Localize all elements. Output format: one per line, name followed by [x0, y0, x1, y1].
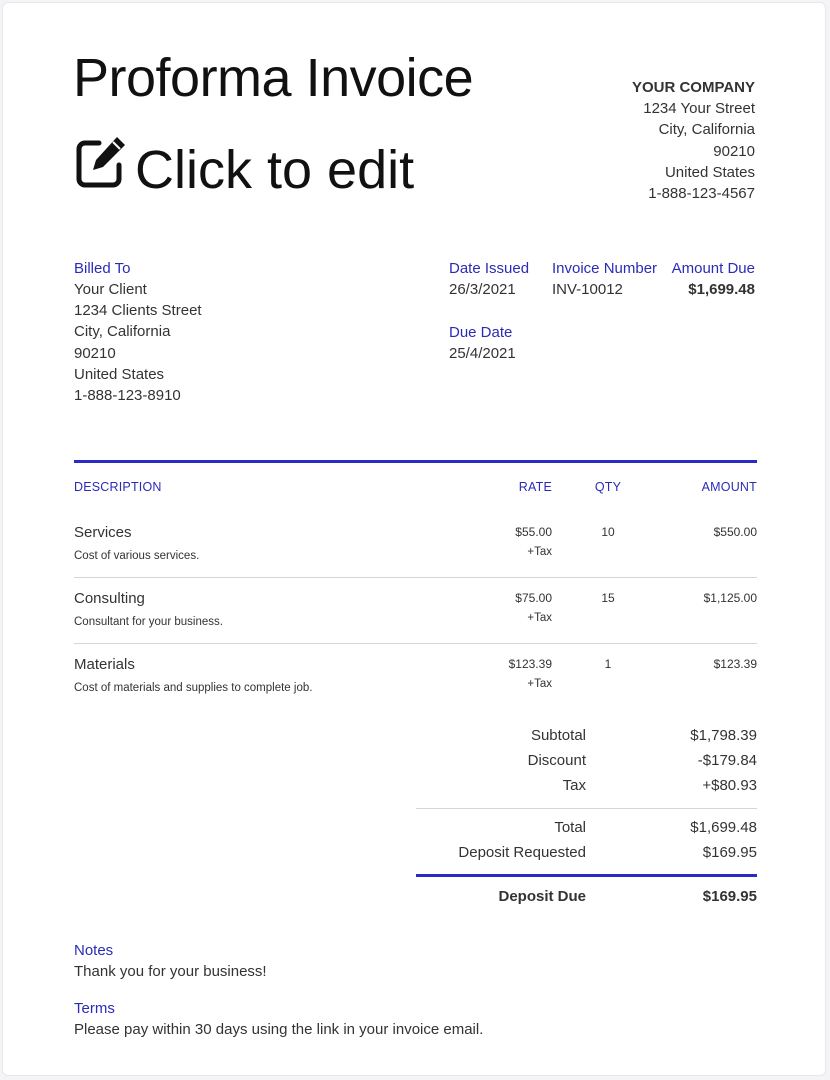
due-date-block: Due Date 25/4/2021 [449, 322, 516, 364]
client-phone: 1-888-123-8910 [74, 387, 181, 405]
date-issued-block: Date Issued 26/3/2021 [449, 258, 529, 300]
company-zip: 90210 [713, 142, 755, 160]
row-divider [74, 577, 757, 578]
item-qty: 1 [604, 657, 612, 671]
table-top-rule [74, 460, 757, 463]
item-desc: Consultant for your business. [74, 616, 223, 628]
tax-value: +$80.93 [702, 777, 757, 794]
billed-to: Billed To Your Client 1234 Clients Stree… [74, 258, 202, 406]
company-info: YOUR COMPANY 1234 Your Street City, Cali… [632, 77, 755, 204]
company-street: 1234 Your Street [643, 100, 755, 118]
item-name: Consulting [74, 590, 145, 607]
company-city: City, California [658, 121, 755, 139]
terms-label: Terms [74, 1000, 115, 1017]
edit-label: Click to edit [135, 139, 415, 200]
company-name: YOUR COMPANY [631, 79, 755, 96]
amount-due-value: $1,699.48 [688, 281, 755, 298]
item-tax: +Tax [527, 678, 552, 690]
item-qty: 15 [601, 591, 615, 605]
date-issued-label: Date Issued [449, 260, 530, 277]
invoice-number-block: Invoice Number INV-10012 [552, 258, 657, 300]
deposit-due-label: Deposit Due [498, 888, 586, 905]
client-name: Your Client [74, 281, 147, 298]
page-title: Proforma Invoice [73, 48, 474, 108]
client-street: 1234 Clients Street [74, 302, 202, 320]
item-rate: $75.00 [515, 591, 552, 605]
item-name: Materials [74, 656, 135, 673]
due-date-value: 25/4/2021 [449, 345, 516, 362]
item-desc: Cost of materials and supplies to comple… [74, 682, 313, 694]
discount-label: Discount [527, 752, 586, 769]
summary-divider [416, 808, 757, 809]
th-description: DESCRIPTION [74, 480, 162, 494]
notes-block: Notes Thank you for your business! [74, 940, 267, 982]
amount-due-block: Amount Due $1,699.48 [672, 258, 755, 300]
subtotal-label: Subtotal [530, 727, 586, 744]
total-value: $1,699.48 [690, 819, 757, 836]
billed-to-label: Billed To [74, 260, 131, 277]
deposit-due-value: $169.95 [702, 888, 757, 905]
item-amount: $123.39 [713, 657, 757, 671]
company-phone: 1-888-123-4567 [648, 185, 755, 203]
client-country: United States [74, 365, 165, 383]
item-rate: $123.39 [508, 657, 552, 671]
item-desc: Cost of various services. [74, 550, 200, 562]
item-qty: 10 [601, 525, 615, 539]
th-qty: QTY [594, 480, 622, 494]
deposit-requested-value: $169.95 [702, 844, 757, 861]
item-tax: +Tax [527, 546, 552, 558]
deposit-requested-label: Deposit Requested [458, 844, 586, 861]
subtotal-value: $1,798.39 [690, 727, 757, 744]
discount-value: -$179.84 [697, 752, 757, 769]
terms-text: Please pay within 30 days using the link… [74, 1021, 484, 1038]
notes-label: Notes [74, 942, 114, 959]
client-zip: 90210 [74, 344, 116, 362]
invoice-page: Proforma Invoice Click to edit YOUR COMP… [2, 2, 826, 1076]
th-amount: AMOUNT [701, 480, 757, 494]
client-city: City, California [74, 323, 171, 341]
th-rate: RATE [518, 480, 552, 494]
deposit-rule [416, 874, 757, 877]
item-tax: +Tax [527, 612, 552, 624]
amount-due-label: Amount Due [671, 260, 755, 277]
due-date-label: Due Date [449, 324, 513, 341]
item-name: Services [74, 524, 132, 541]
tax-label: Tax [562, 777, 586, 794]
company-country: United States [664, 163, 755, 181]
edit-icon [73, 135, 135, 204]
date-issued-value: 26/3/2021 [449, 281, 516, 298]
edit-button[interactable]: Click to edit [73, 135, 414, 204]
notes-text: Thank you for your business! [74, 963, 267, 980]
item-rate: $55.00 [515, 525, 552, 539]
terms-block: Terms Please pay within 30 days using th… [74, 998, 483, 1040]
invoice-number-value: INV-10012 [552, 281, 623, 298]
row-divider [74, 643, 757, 644]
item-amount: $1,125.00 [703, 591, 757, 605]
item-amount: $550.00 [713, 525, 757, 539]
total-label: Total [554, 819, 586, 836]
invoice-number-label: Invoice Number [552, 260, 658, 277]
